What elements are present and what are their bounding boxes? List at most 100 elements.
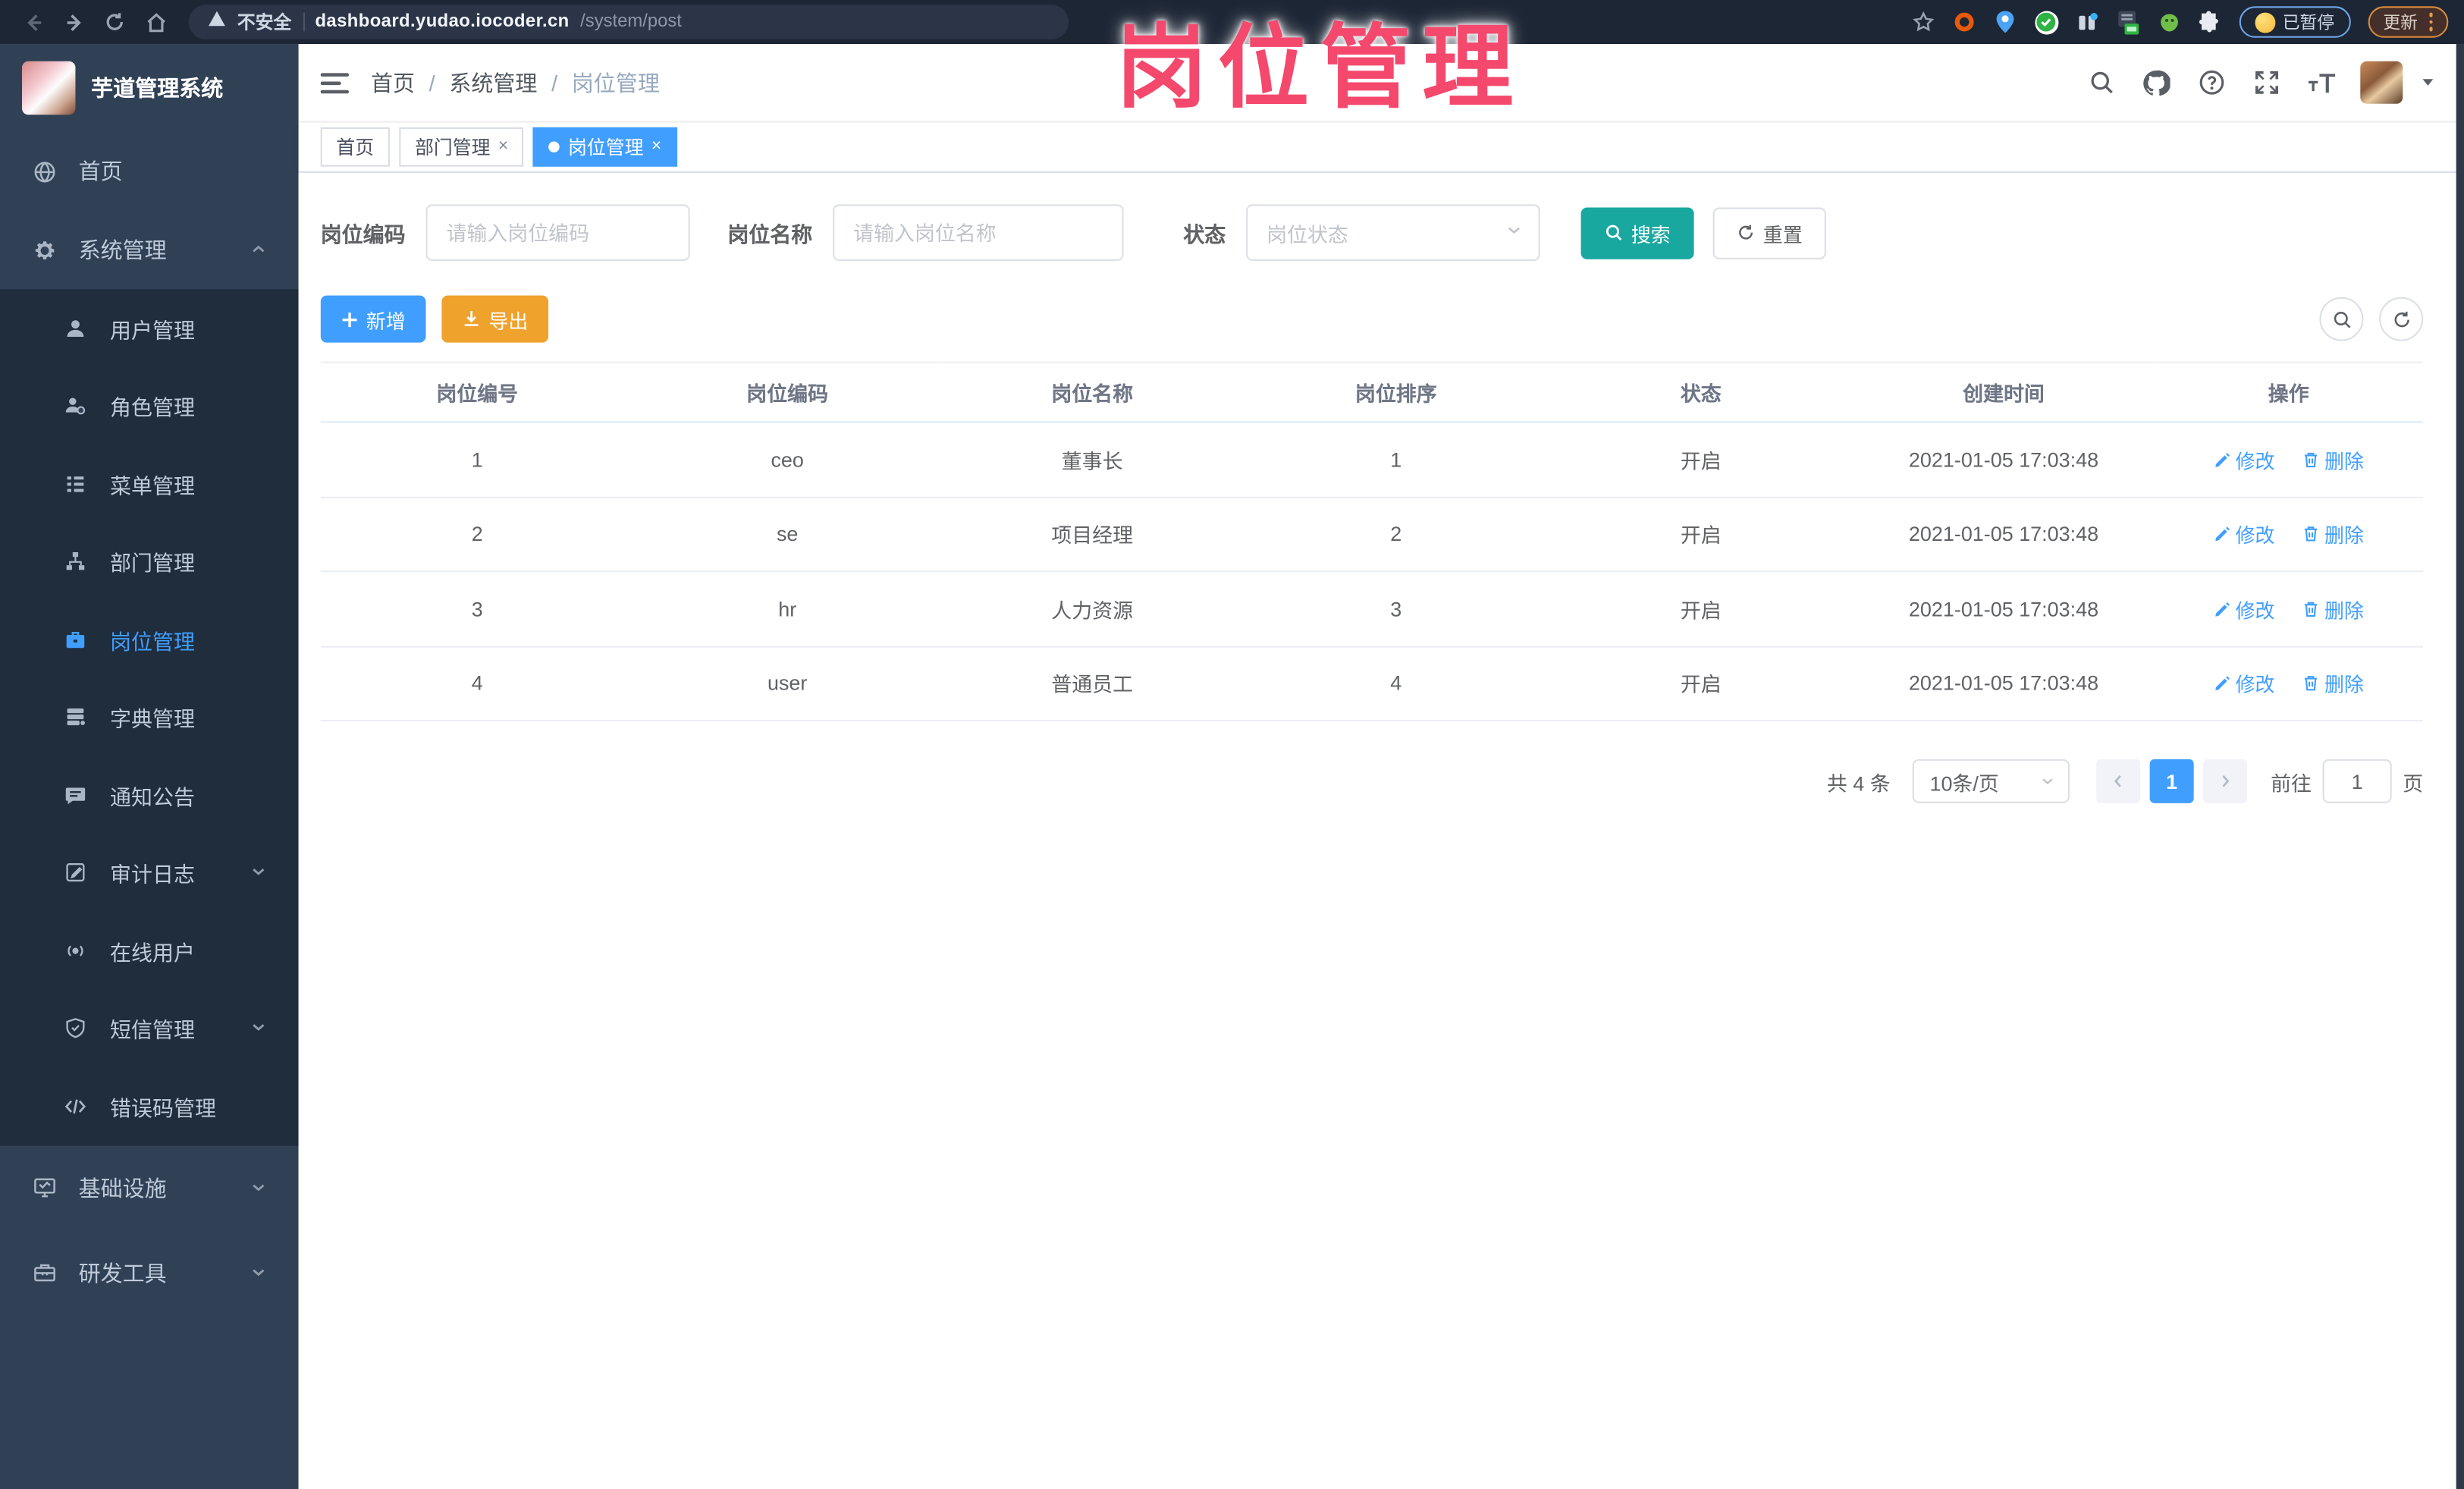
- not-secure-label[interactable]: 不安全: [237, 9, 291, 34]
- sidebar-item-notices[interactable]: 通知公告: [0, 756, 299, 834]
- sidebar-item-menus[interactable]: 菜单管理: [0, 445, 299, 523]
- sidebar-item-online-users[interactable]: 在线用户: [0, 912, 299, 990]
- sidebar-item-error-codes[interactable]: 错误码管理: [0, 1067, 299, 1145]
- bookmark-star-icon[interactable]: [1912, 10, 1935, 33]
- fullscreen-icon[interactable]: [2250, 67, 2281, 98]
- briefcase-icon: [63, 627, 88, 652]
- avatar-caret-down-icon[interactable]: [2420, 68, 2436, 96]
- chevron-down-icon: [250, 861, 267, 884]
- top-navbar: 首页 / 系统管理 / 岗位管理: [298, 44, 2464, 123]
- cell-status: 开启: [1548, 571, 1853, 647]
- tab-departments[interactable]: 部门管理 ×: [399, 127, 524, 167]
- cell-created-time: 2021-01-05 17:03:48: [1853, 646, 2155, 722]
- refresh-table-button[interactable]: [2379, 297, 2424, 341]
- extensions-puzzle-icon[interactable]: [2198, 10, 2221, 33]
- sidebar-item-infrastructure[interactable]: 基础设施: [0, 1145, 299, 1230]
- browser-home-button[interactable]: [138, 5, 173, 39]
- tab-home[interactable]: 首页: [320, 127, 390, 167]
- toggle-search-button[interactable]: [2319, 297, 2364, 341]
- pagination-total: 共 4 条: [1826, 771, 1891, 795]
- app-logo-image: [22, 61, 76, 115]
- browser-back-button[interactable]: [16, 5, 51, 39]
- sidebar-item-departments[interactable]: 部门管理: [0, 523, 299, 601]
- browser-reload-button[interactable]: [97, 5, 132, 39]
- edit-button[interactable]: 修改: [2214, 594, 2275, 624]
- reset-button[interactable]: 重置: [1712, 206, 1826, 259]
- edit-button[interactable]: 修改: [2214, 445, 2274, 474]
- sidebar-item-dev-tools[interactable]: 研发工具: [0, 1230, 299, 1315]
- profile-paused-badge[interactable]: 已暂停: [2238, 6, 2350, 38]
- breadcrumb-home[interactable]: 首页: [371, 67, 415, 98]
- page-size-select[interactable]: 10条/页: [1912, 759, 2070, 803]
- browser-toolbar: 不安全 dashboard.yudao.iocoder.cn /system/p…: [0, 0, 2464, 45]
- browser-forward-button[interactable]: [57, 5, 92, 39]
- cell-created-time: 2021-01-05 17:03:48: [1853, 496, 2155, 573]
- extension-orange-donut-icon[interactable]: [1953, 10, 1976, 33]
- chrome-update-button[interactable]: 更新: [2367, 6, 2449, 38]
- prev-page-button[interactable]: [2096, 759, 2141, 803]
- sidebar-item-home[interactable]: 首页: [0, 132, 299, 211]
- github-icon[interactable]: [2140, 67, 2171, 98]
- breadcrumb-separator: /: [551, 70, 558, 96]
- sidebar-item-sms[interactable]: 短信管理: [0, 989, 299, 1067]
- delete-button[interactable]: 删除: [2302, 445, 2364, 474]
- sidebar-item-label: 短信管理: [110, 1019, 195, 1043]
- sidebar-item-posts[interactable]: 岗位管理: [0, 601, 299, 679]
- sidebar-item-system[interactable]: 系统管理: [0, 211, 299, 290]
- tab-posts-active[interactable]: 岗位管理 ×: [533, 127, 677, 167]
- cell-post-code: se: [633, 496, 941, 573]
- help-question-icon[interactable]: [2196, 67, 2227, 98]
- cell-actions: 修改 删除: [2154, 571, 2424, 647]
- extension-tag-manager-icon[interactable]: [2116, 10, 2139, 34]
- window-edge-scrollbar[interactable]: [2456, 44, 2464, 1489]
- col-status: 状态: [1548, 362, 1853, 423]
- page-size-value: 10条/页: [1929, 771, 1999, 795]
- font-size-icon[interactable]: [2305, 67, 2337, 98]
- edit-label: 修改: [2235, 600, 2275, 623]
- delete-label: 删除: [2324, 674, 2364, 697]
- address-bar[interactable]: 不安全 dashboard.yudao.iocoder.cn /system/p…: [188, 5, 1069, 39]
- menu-list-icon: [63, 471, 88, 496]
- extension-green-creature-icon[interactable]: [2157, 10, 2180, 33]
- extension-green-check-icon[interactable]: [2034, 10, 2058, 34]
- sidebar-item-audit-log[interactable]: 审计日志: [0, 834, 299, 912]
- tab-close-icon[interactable]: ×: [498, 137, 508, 155]
- app-logo-row[interactable]: 芋道管理系统: [0, 44, 299, 132]
- tab-label: 部门管理: [415, 137, 491, 159]
- tab-close-icon[interactable]: ×: [651, 137, 661, 155]
- search-button[interactable]: 搜索: [1580, 206, 1694, 259]
- breadcrumb-system[interactable]: 系统管理: [449, 67, 537, 98]
- post-code-input[interactable]: [425, 204, 690, 261]
- next-page-button[interactable]: [2203, 759, 2248, 803]
- delete-button[interactable]: 删除: [2302, 519, 2364, 548]
- cell-post-name: 项目经理: [940, 496, 1244, 573]
- page-number-current[interactable]: 1: [2149, 759, 2194, 803]
- add-button[interactable]: 新增: [320, 295, 426, 343]
- url-path[interactable]: /system/post: [580, 13, 682, 32]
- post-name-input[interactable]: [833, 204, 1124, 261]
- sidebar-item-users[interactable]: 用户管理: [0, 289, 299, 367]
- edit-button[interactable]: 修改: [2214, 668, 2274, 698]
- paused-label: 已暂停: [2282, 14, 2335, 33]
- table-row: 2 se 项目经理 2 开启 2021-01-05 17:03:48 修改 删除: [320, 496, 2424, 573]
- delete-button[interactable]: 删除: [2302, 594, 2364, 624]
- header-search-icon[interactable]: [2086, 67, 2117, 98]
- pagination: 共 4 条 10条/页 1 前往 1 页: [321, 759, 2423, 803]
- goto-page-input[interactable]: [2322, 759, 2392, 803]
- extension-blue-pin-icon[interactable]: [1993, 10, 2017, 33]
- toolbox-icon: [31, 1260, 56, 1285]
- export-button[interactable]: 导出: [441, 295, 549, 343]
- sidebar-toggle-hamburger-icon[interactable]: [320, 70, 350, 95]
- delete-button[interactable]: 删除: [2302, 668, 2364, 698]
- sidebar-item-label: 通知公告: [110, 785, 195, 809]
- user-avatar[interactable]: [2360, 61, 2403, 104]
- edit-button[interactable]: 修改: [2214, 519, 2274, 548]
- sidebar-item-roles[interactable]: 角色管理: [0, 367, 299, 445]
- sidebar-item-dictionary[interactable]: 字典管理: [0, 678, 299, 756]
- cell-post-sort: 1: [1243, 422, 1549, 498]
- cell-status: 开启: [1548, 422, 1853, 498]
- extension-sliders-icon[interactable]: [2075, 10, 2098, 33]
- status-select[interactable]: 岗位状态: [1246, 204, 1540, 261]
- url-host[interactable]: dashboard.yudao.iocoder.cn: [315, 13, 569, 32]
- browser-menu-kebab-icon[interactable]: [2428, 13, 2433, 31]
